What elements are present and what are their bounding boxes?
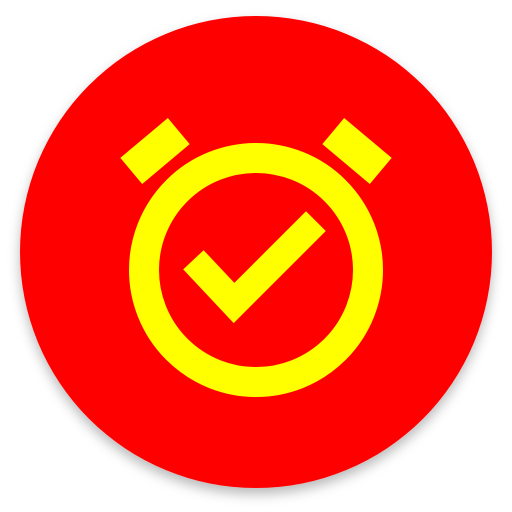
red-circle-badge — [20, 16, 492, 488]
app-icon — [0, 0, 512, 512]
alarm-check-icon — [20, 16, 492, 488]
